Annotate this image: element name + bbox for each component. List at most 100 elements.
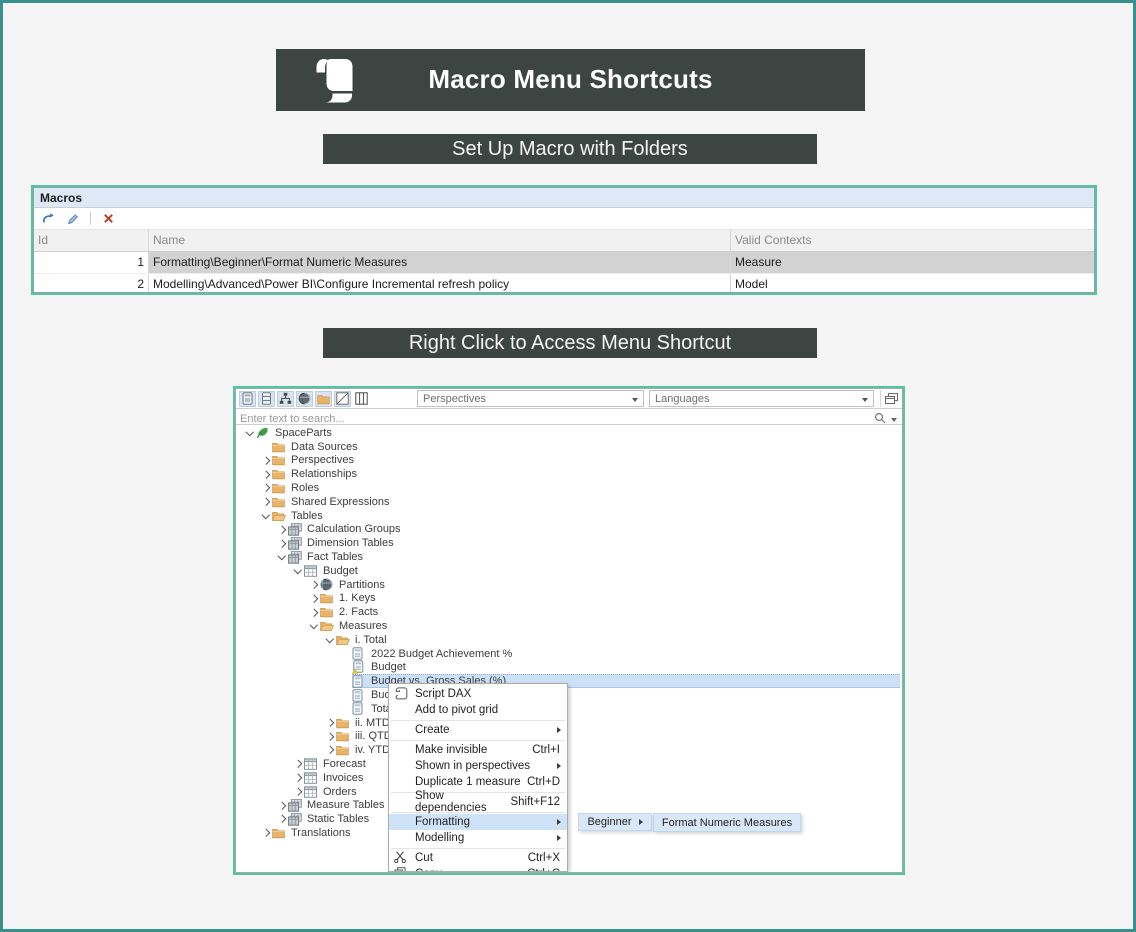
- delete-macro-icon[interactable]: [100, 211, 116, 227]
- macros-table-row[interactable]: 2Modelling\Advanced\Power BI\Configure I…: [34, 274, 1094, 293]
- tree-item-1-keys[interactable]: 1. Keys: [236, 592, 902, 606]
- tree-item-shared-expressions[interactable]: Shared Expressions: [236, 495, 902, 509]
- perspectives-dropdown[interactable]: Perspectives: [417, 390, 644, 407]
- folder-icon: [272, 482, 288, 494]
- tree-item-budget[interactable]: Budget: [236, 564, 902, 578]
- chevron-right-icon[interactable]: [275, 803, 288, 809]
- edit-macro-icon[interactable]: [65, 211, 81, 227]
- tree-item-iv-ytd[interactable]: iv. YTD: [236, 743, 902, 757]
- chevron-down-icon[interactable]: [275, 555, 288, 559]
- tree-item-label: Budget: [323, 565, 358, 577]
- menu-item-add-to-pivot-grid[interactable]: Add to pivot grid: [389, 702, 567, 718]
- menu-item-formatting[interactable]: Formatting: [389, 814, 567, 830]
- chevron-right-icon[interactable]: [291, 775, 304, 781]
- menu-item-create[interactable]: Create: [389, 722, 567, 738]
- menu-item-show-dependencies[interactable]: Show dependenciesShift+F12: [389, 794, 567, 810]
- menu-item-modelling[interactable]: Modelling: [389, 830, 567, 846]
- languages-dropdown[interactable]: Languages: [649, 390, 874, 407]
- tree-item-iii-qtd[interactable]: iii. QTD: [236, 730, 902, 744]
- macros-cell-vc: Model: [731, 274, 1094, 293]
- tree-item-dimension-tables[interactable]: Dimension Tables: [236, 536, 902, 550]
- tree-item-perspectives[interactable]: Perspectives: [236, 454, 902, 468]
- column-header-name[interactable]: Name: [149, 230, 731, 251]
- chevron-right-icon[interactable]: [291, 761, 304, 767]
- tree-item-content: Relationships: [272, 467, 902, 481]
- tree-item-data-sources[interactable]: Data Sources: [236, 440, 902, 454]
- tree-item-tables[interactable]: Tables: [236, 509, 902, 523]
- language-windows-icon[interactable]: [880, 390, 901, 407]
- chevron-down-icon[interactable]: [243, 431, 256, 435]
- search-options-chevron-icon[interactable]: [891, 418, 897, 422]
- measures-toggle-icon[interactable]: [239, 391, 256, 407]
- menu-item-shown-in-perspectives[interactable]: Shown in perspectives: [389, 758, 567, 774]
- model-tree: SpacePartsData SourcesPerspectivesRelati…: [236, 426, 902, 840]
- folders-toggle-icon[interactable]: [315, 391, 332, 407]
- hierarchy-toggle-icon[interactable]: [277, 391, 294, 407]
- menu-item-duplicate-1-measure[interactable]: Duplicate 1 measureCtrl+D: [389, 774, 567, 790]
- tree-item-partitions[interactable]: Partitions: [236, 578, 902, 592]
- chevron-right-icon[interactable]: [323, 747, 336, 753]
- table-icon: [304, 786, 320, 798]
- chevron-right-icon[interactable]: [259, 472, 272, 478]
- menu-item-cut[interactable]: CutCtrl+X: [389, 850, 567, 866]
- menu-item-make-invisible[interactable]: Make invisibleCtrl+I: [389, 742, 567, 758]
- chevron-right-icon[interactable]: [307, 610, 320, 616]
- search-input[interactable]: [236, 412, 802, 427]
- table-columns-toggle-icon[interactable]: [353, 391, 370, 407]
- tree-item-budget-vs-gross-sales[interactable]: Budget vs. Gross Sales (%): [236, 674, 902, 688]
- tree-item-ii-mtd[interactable]: ii. MTD: [236, 716, 902, 730]
- model-icon: [256, 426, 272, 439]
- chevron-right-icon[interactable]: [259, 830, 272, 836]
- tree-item-forecast[interactable]: Forecast: [236, 757, 902, 771]
- tree-item-translations[interactable]: Translations: [236, 826, 902, 840]
- tree-item-relationships[interactable]: Relationships: [236, 467, 902, 481]
- tree-item-calculation-groups[interactable]: Calculation Groups: [236, 523, 902, 537]
- tree-item-roles[interactable]: Roles: [236, 481, 902, 495]
- chevron-right-icon[interactable]: [275, 527, 288, 533]
- tree-item-i-total[interactable]: i. Total: [236, 633, 902, 647]
- chevron-right-icon[interactable]: [291, 789, 304, 795]
- macros-table-row[interactable]: 1Formatting\Beginner\Format Numeric Meas…: [34, 252, 1094, 274]
- column-header-id[interactable]: Id: [34, 230, 149, 251]
- tree-item-measure-tables[interactable]: Measure Tables: [236, 799, 902, 813]
- tree-item-fact-tables[interactable]: Fact Tables: [236, 550, 902, 564]
- column-header-valid-contexts[interactable]: Valid Contexts: [731, 230, 1094, 251]
- tree-item-2-facts[interactable]: 2. Facts: [236, 605, 902, 619]
- tree-item-orders[interactable]: Orders: [236, 785, 902, 799]
- chevron-right-icon[interactable]: [323, 720, 336, 726]
- chevron-right-icon[interactable]: [259, 458, 272, 464]
- chevron-right-icon[interactable]: [259, 499, 272, 505]
- tree-item-2022-budget-achievement[interactable]: 2022 Budget Achievement %: [236, 647, 902, 661]
- tree-item-budget[interactable]: Budget: [236, 688, 902, 702]
- submenu-arrow-icon: [557, 835, 561, 841]
- chevron-right-icon[interactable]: [307, 582, 320, 588]
- run-macro-icon[interactable]: [40, 211, 56, 227]
- tree-item-budget[interactable]: Budget: [236, 661, 902, 675]
- chevron-down-icon[interactable]: [259, 514, 272, 518]
- tree-item-spaceparts[interactable]: SpaceParts: [236, 426, 902, 440]
- main-banner: Macro Menu Shortcuts: [276, 49, 865, 111]
- menu-item-copy[interactable]: CopyCtrl+C: [389, 866, 567, 872]
- chevron-down-icon[interactable]: [323, 638, 336, 642]
- chevron-right-icon[interactable]: [323, 734, 336, 740]
- editor-toolbar: Perspectives Languages: [236, 389, 902, 408]
- chevron-down-icon[interactable]: [307, 624, 320, 628]
- columns-toggle-icon[interactable]: [258, 391, 275, 407]
- chevron-right-icon[interactable]: [259, 485, 272, 491]
- tree-item-measures[interactable]: Measures: [236, 619, 902, 633]
- chevron-right-icon[interactable]: [307, 596, 320, 602]
- partitions-toggle-icon[interactable]: [296, 391, 313, 407]
- tree-item-static-tables[interactable]: Static Tables: [236, 812, 902, 826]
- submenu-beginner[interactable]: Beginner: [578, 813, 652, 831]
- menu-item-label: Add to pivot grid: [415, 704, 498, 716]
- hidden-objects-toggle-icon[interactable]: [334, 391, 351, 407]
- chevron-right-icon[interactable]: [275, 816, 288, 822]
- folder-icon: [320, 592, 336, 604]
- menu-item-script-dax[interactable]: Script DAX: [389, 686, 567, 702]
- tree-item-total-bu[interactable]: Total Bu: [236, 702, 902, 716]
- chevron-down-icon[interactable]: [291, 569, 304, 573]
- submenu-format-numeric-measures[interactable]: Format Numeric Measures: [653, 813, 801, 832]
- tree-item-content: Budget: [352, 661, 902, 675]
- chevron-right-icon[interactable]: [275, 541, 288, 547]
- tree-item-invoices[interactable]: Invoices: [236, 771, 902, 785]
